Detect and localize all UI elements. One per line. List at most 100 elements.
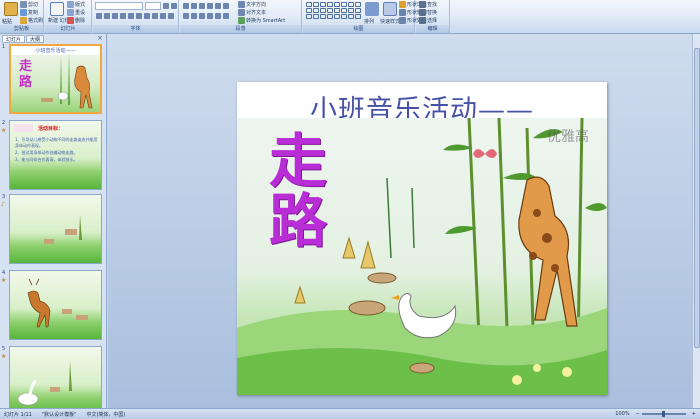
replace-button[interactable]: 替换	[419, 9, 437, 16]
arrange-button[interactable]: 排列	[364, 18, 374, 25]
slides-panel: 幻灯片 大纲 × 1 小班音乐活动—— 走 路 2 ★ 活动目标： 1、引导幼儿	[0, 34, 107, 416]
slide-count: 幻灯片 1/11	[4, 411, 32, 418]
language-status[interactable]: 中文(简体，中国)	[86, 411, 125, 418]
smartart-button[interactable]: 转换为 SmartArt	[238, 17, 285, 24]
thumb-scene-image	[44, 215, 82, 244]
new-slide-icon[interactable]	[50, 2, 64, 16]
delete-icon	[67, 17, 74, 24]
font-style-buttons[interactable]	[96, 13, 174, 19]
font-name-select[interactable]	[95, 2, 143, 10]
drawing-group-label: 绘图	[303, 25, 414, 33]
paragraph-group: 文字方向 对齐文本 转换为 SmartArt 段落	[180, 0, 302, 34]
tab-slides[interactable]: 幻灯片	[2, 35, 26, 43]
cut-button[interactable]: 剪切	[20, 1, 38, 8]
select-button[interactable]: 选择	[419, 17, 437, 24]
quick-styles-button[interactable]: 快速样式	[380, 18, 400, 25]
scissors-icon	[20, 1, 27, 8]
align-text-button[interactable]: 对齐文本	[238, 9, 266, 16]
layout-icon	[67, 1, 74, 8]
slide-image[interactable]: 走 路 优雅高	[237, 118, 607, 395]
sound-icon: ♪	[1, 201, 5, 208]
replace-icon	[419, 9, 426, 16]
ribbon: 粘贴 剪切 复制 格式刷 剪贴板 新建 幻灯片 版式 重设 删除 幻灯片 字体 …	[0, 0, 700, 34]
copy-button[interactable]: 复制	[20, 9, 38, 16]
cursor-icon	[419, 17, 426, 24]
clipboard-group-label: 剪贴板	[0, 25, 43, 33]
watermark-logo: 优雅高	[547, 129, 589, 145]
align-text-icon	[238, 9, 245, 16]
layout-button[interactable]: 版式	[67, 1, 85, 8]
thumb-line-1: 1、引导幼儿感受小动物不同的走路姿态并能用身体动作表现。	[15, 137, 98, 148]
thumb-giraffe-image	[41, 50, 93, 109]
editing-group-label: 编辑	[416, 25, 449, 33]
theme-name: "默认设计模板"	[41, 411, 77, 418]
reset-button[interactable]: 重设	[67, 9, 85, 16]
slide-number: 5	[2, 346, 6, 352]
thumb-label: 活动目标：	[38, 126, 64, 132]
list-buttons[interactable]	[183, 3, 229, 9]
thumb-line-2: 2、尝试用身体动作创编动物走路。	[15, 150, 78, 155]
slide-number: 4	[2, 270, 6, 276]
shapes-gallery[interactable]	[306, 2, 361, 19]
delete-button[interactable]: 删除	[67, 17, 85, 24]
font-size-select[interactable]	[145, 2, 161, 10]
editing-group: 查找 替换 选择 编辑	[416, 0, 450, 34]
vertical-scrollbar[interactable]	[692, 34, 700, 408]
font-size-buttons[interactable]	[163, 3, 177, 9]
close-icon[interactable]: ×	[97, 34, 103, 42]
slide-thumbnail[interactable]: 小班音乐活动—— 走 路	[9, 44, 102, 114]
thumb-line-3: 3、能与同伴合作表演，体验快乐。	[15, 157, 78, 162]
font-group-label: 字体	[93, 25, 178, 33]
slide-thumbnail[interactable]	[9, 270, 102, 340]
slide-char-1: 走	[269, 127, 328, 195]
slides-group: 新建 幻灯片 版式 重设 删除 幻灯片	[45, 0, 92, 34]
zoom-out-icon[interactable]: −	[636, 411, 640, 417]
format-painter-button[interactable]: 格式刷	[20, 17, 43, 24]
paste-button[interactable]: 粘贴	[2, 18, 12, 25]
zoom-in-icon[interactable]: +	[692, 411, 696, 417]
slide-thumbnail[interactable]: 活动目标： 1、引导幼儿感受小动物不同的走路姿态并能用身体动作表现。 2、尝试用…	[9, 120, 102, 190]
slide-number: 2	[2, 120, 6, 126]
text-direction-button[interactable]: 文字方向	[238, 1, 266, 8]
text-direction-icon	[238, 1, 245, 8]
drawing-group: 排列 快速样式 形状填充 形状轮廓 形状效果 绘图	[303, 0, 427, 34]
arrange-icon[interactable]	[365, 2, 379, 16]
thumb-goose-image	[17, 361, 72, 406]
paste-icon[interactable]	[4, 2, 18, 16]
binoculars-icon	[419, 1, 426, 8]
find-button[interactable]: 查找	[419, 1, 437, 8]
fill-icon	[399, 1, 406, 8]
brush-icon	[20, 17, 27, 24]
slide-transition-icon: ★	[1, 353, 7, 360]
thumb-deer-image	[27, 278, 88, 328]
thumb-tag	[13, 124, 33, 132]
tab-outline[interactable]: 大纲	[26, 35, 45, 43]
outline-icon	[399, 9, 406, 16]
slide-number: 3	[2, 194, 6, 200]
zoom-slider-knob[interactable]	[661, 411, 665, 417]
scrollbar-thumb[interactable]	[694, 48, 700, 348]
quick-styles-icon[interactable]	[383, 2, 397, 16]
align-buttons[interactable]	[183, 13, 229, 19]
zoom-control: 100% − +	[611, 411, 696, 417]
slides-group-label: 幻灯片	[45, 25, 91, 33]
slide-number: 1	[2, 44, 6, 50]
slide-thumbnail[interactable]	[9, 194, 102, 264]
smartart-icon	[238, 17, 245, 24]
status-bar: 幻灯片 1/11 "默认设计模板" 中文(简体，中国) 100% − +	[0, 408, 700, 419]
zoom-level[interactable]: 100%	[615, 411, 629, 417]
current-slide[interactable]: 小班音乐活动—— 走 路 优雅高	[237, 82, 607, 395]
slide-editor: 小班音乐活动—— 走 路 优雅高	[108, 34, 700, 408]
zoom-slider[interactable]	[641, 411, 686, 417]
reset-icon	[67, 9, 74, 16]
effects-icon	[399, 17, 406, 24]
slide-thumbnail[interactable]	[9, 346, 102, 416]
paragraph-group-label: 段落	[180, 25, 301, 33]
copy-icon	[20, 9, 27, 16]
slide-transition-icon: ★	[1, 127, 7, 134]
slide-char-2: 路	[269, 187, 328, 255]
clipboard-group: 粘贴 剪切 复制 格式刷 剪贴板	[0, 0, 44, 34]
panel-tabs: 幻灯片 大纲	[2, 35, 45, 43]
font-group: 字体	[93, 0, 179, 34]
slide-transition-icon: ★	[1, 277, 7, 284]
